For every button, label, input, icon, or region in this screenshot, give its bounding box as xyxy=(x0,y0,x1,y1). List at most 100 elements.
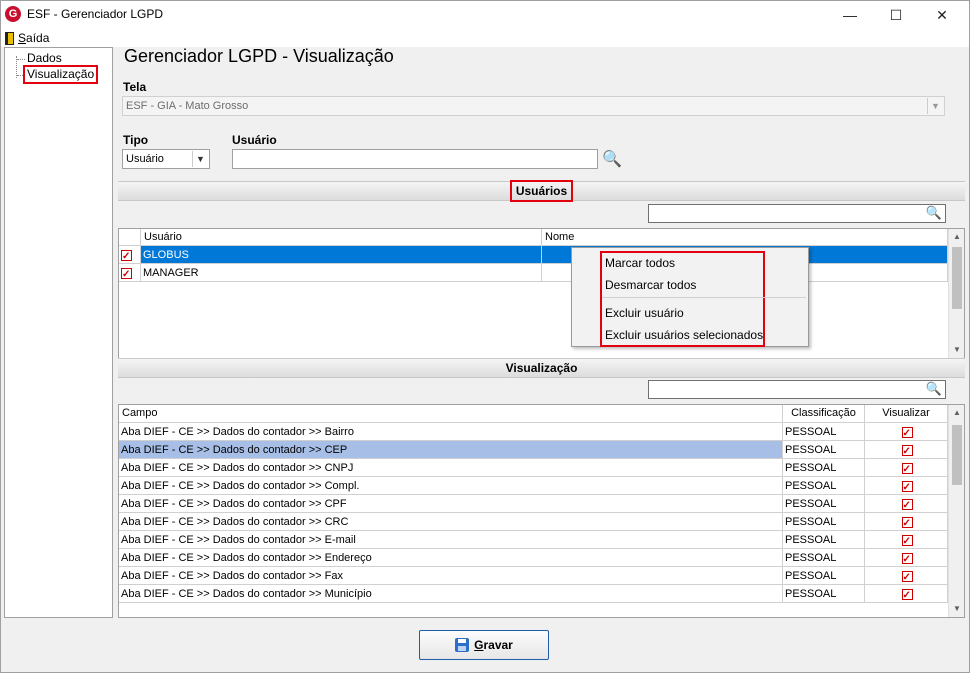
cell-visualizar[interactable] xyxy=(865,585,948,603)
search-icon[interactable]: 🔍 xyxy=(926,381,942,397)
save-button[interactable]: Gravar xyxy=(419,630,549,660)
cell-visualizar[interactable] xyxy=(865,495,948,513)
scrollbar-thumb[interactable] xyxy=(952,425,962,485)
cell-classificacao: PESSOAL xyxy=(783,567,865,585)
table-row[interactable]: Aba DIEF - CE >> Dados do contador >> En… xyxy=(119,549,948,567)
usuario-input[interactable] xyxy=(232,149,598,169)
visualizar-checkbox[interactable] xyxy=(901,425,913,440)
visualizar-checkbox[interactable] xyxy=(901,461,913,476)
cell-visualizar[interactable] xyxy=(865,513,948,531)
row-checkbox[interactable] xyxy=(121,266,132,281)
table-row[interactable]: Aba DIEF - CE >> Dados do contador >> CE… xyxy=(119,441,948,459)
cell-visualizar[interactable] xyxy=(865,549,948,567)
visualizar-checkbox[interactable] xyxy=(901,533,913,548)
menu-item-desmarcar-todos[interactable]: Desmarcar todos xyxy=(605,278,696,292)
table-row[interactable]: Aba DIEF - CE >> Dados do contador >> Co… xyxy=(119,477,948,495)
scroll-down-icon[interactable]: ▼ xyxy=(949,342,964,358)
cell-campo: Aba DIEF - CE >> Dados do contador >> CP… xyxy=(119,495,783,513)
tree-connector xyxy=(17,59,25,60)
cell-visualizar[interactable] xyxy=(865,459,948,477)
tipo-label: Tipo xyxy=(123,133,149,147)
tipo-select[interactable]: Usuário ▼ xyxy=(122,149,210,169)
door-exit-icon xyxy=(5,31,14,45)
app-window: G ESF - Gerenciador LGPD — ☐ ✕ Saída Dad… xyxy=(0,0,970,673)
cell-classificacao: PESSOAL xyxy=(783,495,865,513)
close-button[interactable]: ✕ xyxy=(919,1,965,29)
table-row[interactable]: Aba DIEF - CE >> Dados do contador >> CP… xyxy=(119,495,948,513)
menu-separator xyxy=(602,297,806,298)
app-logo-icon: G xyxy=(5,6,21,22)
row-checkbox-cell[interactable] xyxy=(119,246,141,264)
menu-bar: Saída xyxy=(1,29,969,47)
column-header-usuario[interactable]: Usuário xyxy=(141,229,542,246)
visualizacao-search-input[interactable]: 🔍 xyxy=(648,380,946,399)
visualizacao-grid: Campo Classificação Visualizar Aba DIEF … xyxy=(118,404,965,618)
usuarios-section-header: Usuários xyxy=(118,180,965,202)
visualizar-checkbox[interactable] xyxy=(901,497,913,512)
chevron-down-icon[interactable]: ▼ xyxy=(192,151,208,167)
column-header-nome[interactable]: Nome xyxy=(542,229,948,246)
cell-visualizar[interactable] xyxy=(865,477,948,495)
menu-item-marcar-todos[interactable]: Marcar todos xyxy=(605,256,675,270)
minimize-button[interactable]: — xyxy=(827,1,873,29)
usuarios-search-input[interactable]: 🔍 xyxy=(648,204,946,223)
menu-item-excluir-selecionados[interactable]: Excluir usuários selecionados xyxy=(605,328,763,342)
tree-item-dados[interactable]: Dados xyxy=(25,51,64,66)
cell-classificacao: PESSOAL xyxy=(783,477,865,495)
visualizar-checkbox[interactable] xyxy=(901,569,913,584)
scroll-up-icon[interactable]: ▲ xyxy=(949,229,964,245)
cell-visualizar[interactable] xyxy=(865,441,948,459)
usuarios-grid: Usuário Nome GLOBUS MANAGER ▲ ▼ xyxy=(118,228,965,359)
tree-item-visualizacao[interactable]: Visualização xyxy=(22,65,99,84)
table-row[interactable]: GLOBUS xyxy=(119,246,948,264)
visualizar-checkbox[interactable] xyxy=(901,587,913,602)
column-header-campo[interactable]: Campo xyxy=(119,405,783,423)
chevron-down-icon: ▼ xyxy=(927,98,943,114)
cell-classificacao: PESSOAL xyxy=(783,459,865,477)
maximize-button[interactable]: ☐ xyxy=(873,1,919,29)
table-row[interactable]: Aba DIEF - CE >> Dados do contador >> Mu… xyxy=(119,585,948,603)
table-row[interactable]: Aba DIEF - CE >> Dados do contador >> CR… xyxy=(119,513,948,531)
column-header-visualizar[interactable]: Visualizar xyxy=(865,405,948,423)
column-header-classificacao[interactable]: Classificação xyxy=(783,405,865,423)
cell-campo: Aba DIEF - CE >> Dados do contador >> Mu… xyxy=(119,585,783,603)
cell-campo: Aba DIEF - CE >> Dados do contador >> CR… xyxy=(119,513,783,531)
cell-campo: Aba DIEF - CE >> Dados do contador >> Fa… xyxy=(119,567,783,585)
table-row[interactable]: MANAGER xyxy=(119,264,948,282)
search-icon[interactable]: 🔍 xyxy=(602,149,622,169)
menu-item-excluir-usuario[interactable]: Excluir usuário xyxy=(605,306,684,320)
visualizacao-scrollbar[interactable]: ▲ ▼ xyxy=(948,405,964,617)
cell-classificacao: PESSOAL xyxy=(783,441,865,459)
table-row[interactable]: Aba DIEF - CE >> Dados do contador >> E-… xyxy=(119,531,948,549)
scroll-up-icon[interactable]: ▲ xyxy=(949,405,964,421)
table-row[interactable]: Aba DIEF - CE >> Dados do contador >> Ba… xyxy=(119,423,948,441)
search-icon[interactable]: 🔍 xyxy=(926,205,942,221)
usuarios-section-title: Usuários xyxy=(509,180,574,202)
column-header-check[interactable] xyxy=(119,229,141,246)
table-row[interactable]: Aba DIEF - CE >> Dados do contador >> Fa… xyxy=(119,567,948,585)
title-bar[interactable]: G ESF - Gerenciador LGPD — ☐ ✕ xyxy=(1,1,969,29)
cell-campo: Aba DIEF - CE >> Dados do contador >> Co… xyxy=(119,477,783,495)
cell-visualizar[interactable] xyxy=(865,423,948,441)
floppy-disk-icon xyxy=(455,638,470,652)
tela-select: ESF - GIA - Mato Grosso ▼ xyxy=(122,96,945,116)
window-title: ESF - Gerenciador LGPD xyxy=(27,7,164,21)
visualizar-checkbox[interactable] xyxy=(901,515,913,530)
menu-exit[interactable]: Saída xyxy=(5,29,49,47)
row-checkbox[interactable] xyxy=(121,248,132,263)
scroll-down-icon[interactable]: ▼ xyxy=(949,601,964,617)
cell-classificacao: PESSOAL xyxy=(783,423,865,441)
cell-classificacao: PESSOAL xyxy=(783,513,865,531)
cell-campo: Aba DIEF - CE >> Dados do contador >> Ba… xyxy=(119,423,783,441)
visualizar-checkbox[interactable] xyxy=(901,443,913,458)
usuarios-scrollbar[interactable]: ▲ ▼ xyxy=(948,229,964,358)
visualizar-checkbox[interactable] xyxy=(901,479,913,494)
cell-visualizar[interactable] xyxy=(865,531,948,549)
visualizar-checkbox[interactable] xyxy=(901,551,913,566)
cell-visualizar[interactable] xyxy=(865,567,948,585)
scrollbar-thumb[interactable] xyxy=(952,247,962,309)
table-row[interactable]: Aba DIEF - CE >> Dados do contador >> CN… xyxy=(119,459,948,477)
row-checkbox-cell[interactable] xyxy=(119,264,141,282)
tela-select-value: ESF - GIA - Mato Grosso xyxy=(126,100,249,112)
tipo-select-value: Usuário xyxy=(126,153,164,165)
